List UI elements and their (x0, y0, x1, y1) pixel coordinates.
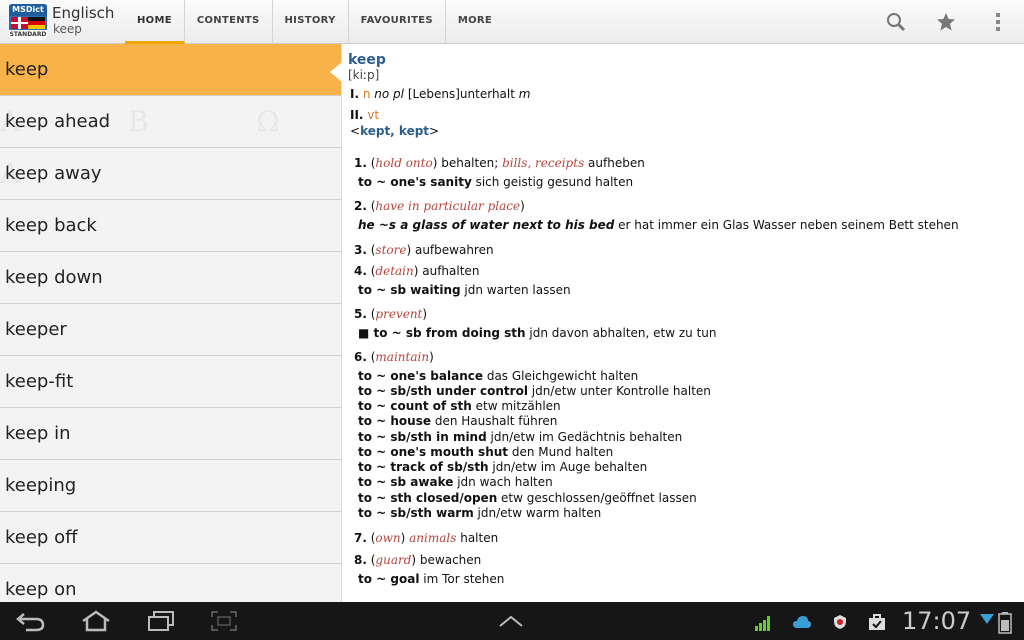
sense: 2. (have in particular place) (354, 199, 525, 213)
german-flag-icon (28, 17, 45, 29)
list-item[interactable]: keep away (0, 148, 341, 200)
logo-bottom-text: STANDARD (9, 30, 47, 40)
home-icon[interactable] (80, 610, 112, 632)
shield-icon (834, 615, 846, 629)
battery-icon (998, 612, 1012, 634)
example: to ~ sb/sth under control jdn/etw unter … (358, 384, 711, 398)
example: he ~s a glass of water next to his bed e… (358, 218, 959, 232)
example: to ~ one's sanity sich geistig gesund ha… (358, 175, 634, 189)
tab-more[interactable]: MORE (446, 0, 504, 44)
example: to ~ sb/sth warm jdn/etw warm halten (358, 506, 602, 520)
app-logo[interactable]: MSDict STANDARD (9, 4, 47, 40)
example: to ~ one's balance das Gleichgewicht hal… (358, 369, 639, 383)
tab-contents[interactable]: CONTENTS (185, 0, 273, 44)
example: to ~ sb/sth in mind jdn/etw im Gedächtni… (358, 430, 683, 444)
section-verb: II. vt (350, 108, 380, 122)
cloud-icon (793, 616, 811, 628)
example: to ~ sb awake jdn wach halten (358, 475, 553, 489)
example: to ~ sth closed/open etw geschlossen/geö… (358, 491, 697, 505)
tab-bar: HOME CONTENTS HISTORY FAVOURITES MORE (125, 0, 504, 44)
example: to ~ count of sth etw mitzählen (358, 399, 561, 413)
app-subtitle: keep (53, 22, 82, 36)
word-list[interactable]: keep keep ahead keep away keep back keep… (0, 44, 342, 602)
signal-icon (755, 616, 770, 631)
logo-top-text: MSDict (9, 4, 47, 16)
list-item[interactable]: keep in (0, 408, 341, 460)
overflow-menu-icon[interactable] (988, 12, 1008, 32)
screenshot-icon[interactable] (210, 610, 238, 632)
tab-history[interactable]: HISTORY (273, 0, 349, 44)
list-item[interactable]: keep on (0, 564, 341, 602)
sense: 4. (detain) aufhalten (354, 264, 480, 278)
sense: 5. (prevent) (354, 307, 428, 321)
example: ■ to ~ sb from doing sth jdn davon abhal… (358, 326, 717, 340)
sense: 3. (store) aufbewahren (354, 243, 494, 257)
tab-favourites[interactable]: FAVOURITES (349, 0, 446, 44)
sense: 7. (own) animals halten (354, 531, 499, 545)
list-item[interactable]: keep-fit (0, 356, 341, 408)
list-item[interactable]: keep off (0, 512, 341, 564)
list-item[interactable]: keeping (0, 460, 341, 512)
tab-home[interactable]: HOME (125, 0, 185, 44)
section-noun: I. n no pl [Lebens]unterhalt m (350, 87, 531, 101)
recent-apps-icon[interactable] (146, 610, 176, 632)
star-icon[interactable] (936, 12, 956, 32)
chevron-up-icon[interactable] (498, 614, 524, 628)
list-item[interactable]: keep down (0, 252, 341, 304)
list-item[interactable]: keep back (0, 200, 341, 252)
list-item[interactable]: keep ahead (0, 96, 341, 148)
status-time: 17:07 (902, 607, 972, 635)
sense: 6. (maintain) (354, 350, 434, 364)
example: to ~ track of sb/sth jdn/etw im Auge beh… (358, 460, 648, 474)
example: to ~ one's mouth shut den Mund halten (358, 445, 614, 459)
example: to ~ goal im Tor stehen (358, 572, 505, 586)
sense: 1. (hold onto) behalten; bills, receipts… (354, 156, 645, 170)
list-item[interactable]: keeper (0, 304, 341, 356)
selection-pointer (330, 62, 342, 82)
search-icon[interactable] (886, 12, 906, 32)
list-item[interactable]: keep (0, 44, 341, 96)
briefcase-icon (869, 614, 885, 630)
verb-forms: <kept, kept> (350, 124, 440, 138)
entry-panel[interactable]: keep [kiːp] I. n no pl [Lebens]unterhalt… (342, 44, 1024, 602)
wifi-icon (980, 614, 994, 624)
back-icon[interactable] (16, 610, 46, 632)
action-bar: MSDict STANDARD Englisch keep HOME CONTE… (0, 0, 1024, 44)
example: to ~ house den Haushalt führen (358, 414, 558, 428)
app-title: Englisch (52, 4, 115, 22)
uk-flag-icon (11, 17, 28, 29)
example: to ~ sb waiting jdn warten lassen (358, 283, 571, 297)
headword: keep (348, 52, 386, 68)
sense: 8. (guard) bewachen (354, 553, 482, 567)
pronunciation: [kiːp] (348, 68, 380, 82)
system-nav-bar: 17:07 (0, 602, 1024, 640)
